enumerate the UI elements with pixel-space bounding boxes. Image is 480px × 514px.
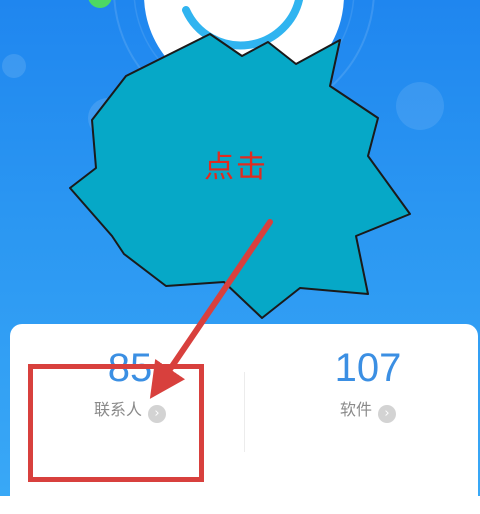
callout-label: 点击 <box>204 150 268 185</box>
annotation-highlight-box <box>28 364 204 482</box>
